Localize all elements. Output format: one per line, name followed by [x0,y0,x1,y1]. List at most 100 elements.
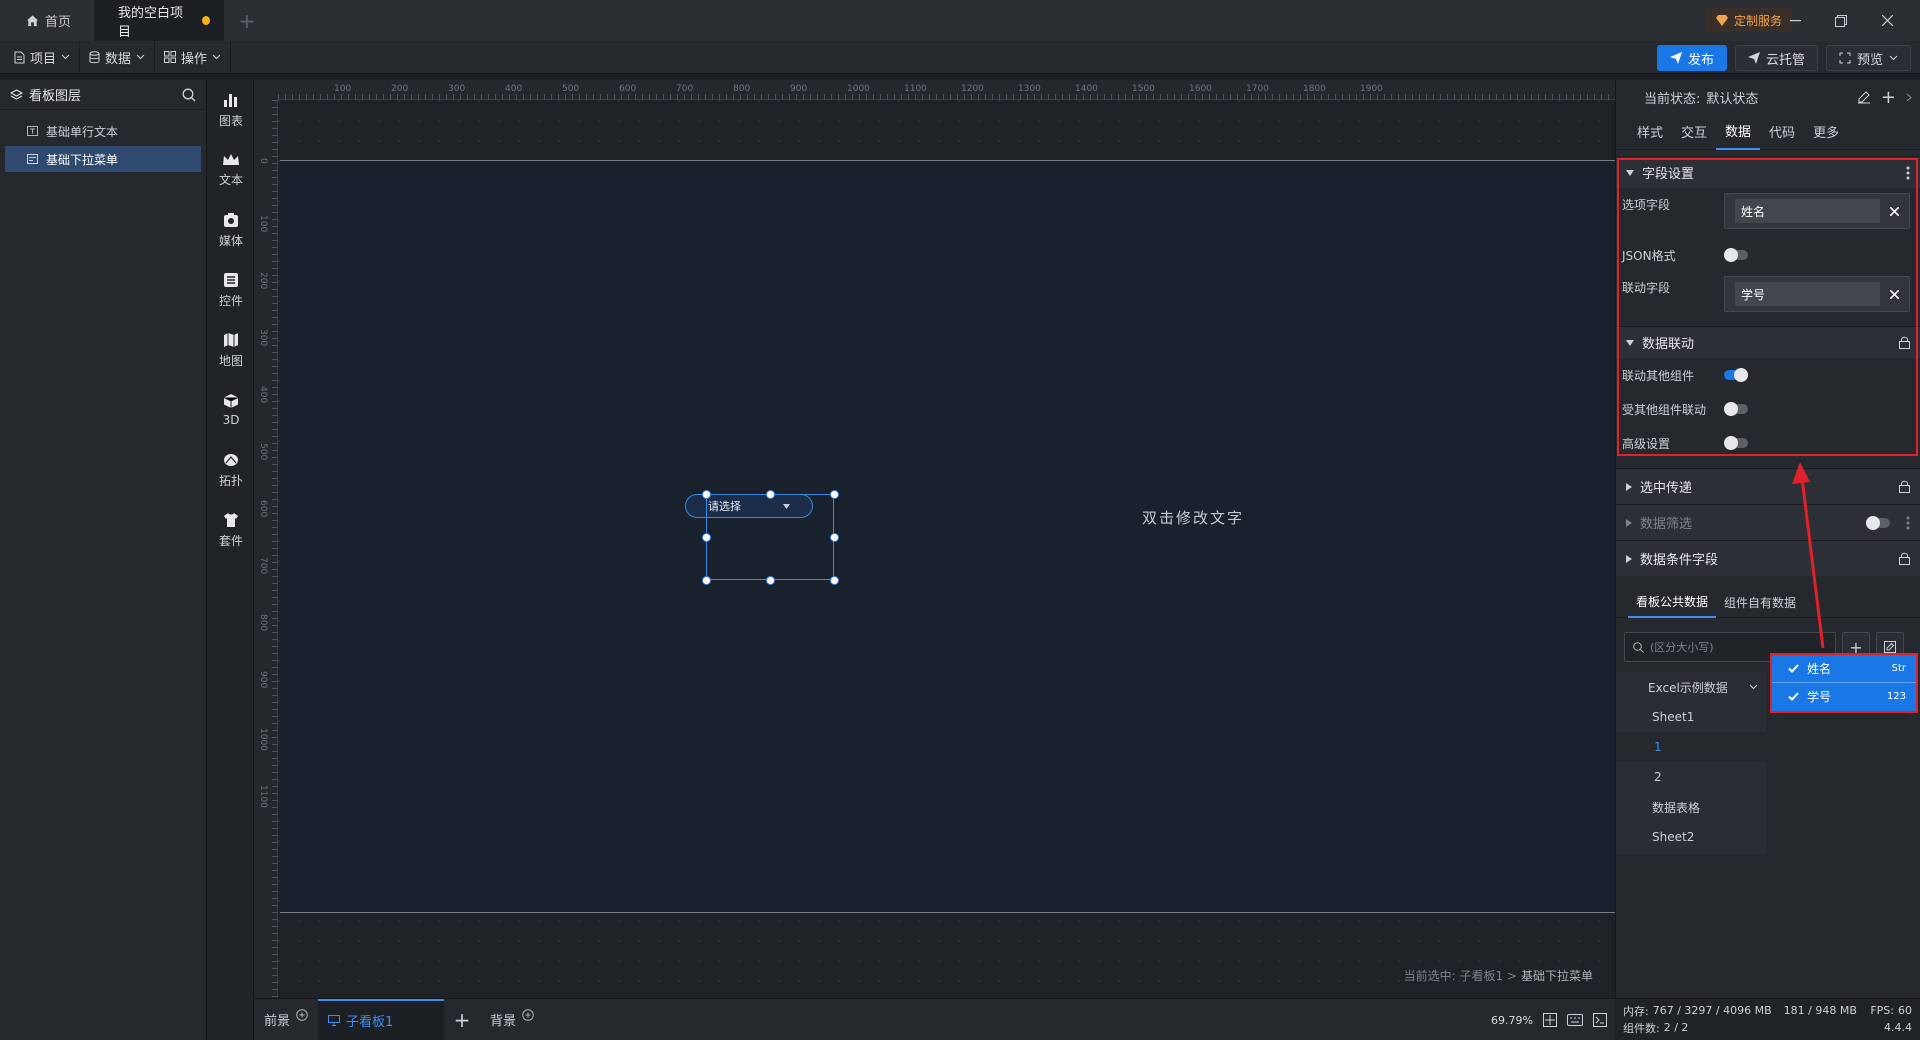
section-data-linkage[interactable]: 数据联动 [1616,326,1920,358]
cloud-hosting-button[interactable]: 云托管 [1735,45,1819,71]
tab-home[interactable]: 首页 [0,0,94,41]
linked-by-others-toggle[interactable] [1724,402,1748,416]
tree-item-1[interactable]: 1 [1616,732,1766,762]
link-others-toggle[interactable] [1724,368,1748,382]
minimize-button[interactable] [1772,0,1818,41]
fit-screen-icon[interactable] [1543,1013,1557,1027]
clear-icon[interactable] [1890,289,1899,299]
edit-icon[interactable] [1857,90,1871,104]
ruler-tick-label: 800 [258,614,268,632]
ruler-left [254,100,278,998]
field-item-id[interactable]: 学号 123 [1772,682,1916,709]
option-field-input[interactable]: 姓名 [1724,193,1910,229]
tool-topology[interactable]: 拓扑 [207,440,255,500]
resize-handle[interactable] [830,576,839,585]
selection-box[interactable] [702,490,839,585]
resize-handle[interactable] [702,576,711,585]
tab-data[interactable]: 数据 [1716,114,1761,150]
map-icon [223,332,239,348]
section-data-condition[interactable]: 数据条件字段 [1616,540,1920,576]
add-board-button[interactable]: + [444,999,480,1040]
search-icon[interactable] [182,88,196,102]
tree-item-data-table[interactable]: 数据表格 [1616,792,1766,822]
more-vertical-icon[interactable] [1906,166,1910,180]
link-field-input[interactable]: 学号 [1724,276,1910,312]
tool-3d[interactable]: 3D [207,380,255,440]
json-format-toggle[interactable] [1724,248,1748,262]
close-button[interactable] [1864,0,1910,41]
add-icon[interactable]: + [1881,87,1896,108]
text-component[interactable]: 双击修改文字 [1142,507,1244,528]
search-placeholder: (区分大小写) [1650,641,1714,654]
resize-handle[interactable] [702,490,711,499]
section-data-filter[interactable]: 数据筛选 [1616,504,1920,540]
artboard[interactable] [280,160,1615,913]
ruler-tick-label: 1100 [258,785,268,808]
tool-text[interactable]: 文本 [207,140,255,200]
data-filter-toggle[interactable] [1866,515,1890,530]
publish-button[interactable]: 发布 [1657,45,1728,71]
tree-item-2[interactable]: 2 [1616,762,1766,792]
keyboard-icon[interactable] [1567,1014,1583,1026]
section-field-settings[interactable]: 字段设置 [1616,156,1920,188]
tree-item-excel[interactable]: Excel示例数据 [1616,672,1766,702]
zoom-level[interactable]: 69.79% [1491,1014,1533,1027]
resize-handle[interactable] [830,490,839,499]
state-value[interactable]: 默认状态 [1706,88,1857,107]
tab-interaction[interactable]: 交互 [1672,114,1716,150]
menu-operation-label: 操作 [181,51,208,67]
terminal-icon[interactable] [1593,1013,1607,1027]
ruler-tick-label: 100 [334,84,352,94]
add-circle-icon[interactable] [296,1008,308,1021]
canvas-area[interactable]: 100 200 300 400 500 600 700 800 900 1000 1100 1200 1… [254,80,1615,998]
menu-data[interactable]: 数据 [80,40,156,74]
tab-style[interactable]: 样式 [1628,114,1672,150]
layer-item-text[interactable]: 基础单行文本 [5,118,201,144]
tab-project[interactable]: 我的空白项目 [94,0,224,41]
resize-handle[interactable] [766,490,775,499]
add-circle-icon[interactable] [522,1008,534,1021]
clear-icon[interactable] [1890,206,1899,216]
new-tab-button[interactable]: + [224,0,270,41]
property-tabs: 样式 交互 数据 代码 更多 [1616,114,1920,150]
menu-operation[interactable]: 操作 [155,40,232,74]
tree-item-sheet1[interactable]: Sheet1 [1616,702,1766,732]
more-vertical-icon[interactable] [1906,516,1910,530]
tool-control[interactable]: 控件 [207,260,255,320]
chevron-right-icon[interactable] [1906,93,1912,102]
menu-project[interactable]: 项目 [0,40,81,74]
lock-icon[interactable] [1899,552,1910,565]
field-item-label: 姓名 [1807,662,1832,676]
annotation-arrow [1792,462,1825,649]
field-item-name[interactable]: 姓名 Str [1772,655,1916,682]
layer-panel-header: 看板图层 [0,80,206,110]
resize-handle[interactable] [766,576,775,585]
layer-item-dropdown[interactable]: 基础下拉菜单 [5,146,201,172]
lock-icon[interactable] [1899,336,1910,349]
preview-button[interactable]: 预览 [1826,45,1912,71]
restore-button[interactable] [1818,0,1864,41]
advanced-toggle[interactable] [1724,436,1748,450]
resize-handle[interactable] [702,533,711,542]
resize-handle[interactable] [830,533,839,542]
linked-by-others-label: 受其他组件联动 [1622,402,1707,417]
tab-code[interactable]: 代码 [1760,114,1804,150]
option-field-value: 姓名 [1735,199,1880,223]
tab-more[interactable]: 更多 [1804,114,1848,150]
tool-chart[interactable]: 图表 [207,80,255,140]
tool-kit[interactable]: 套件 [207,500,255,560]
section-selected-pass[interactable]: 选中传递 [1616,468,1920,504]
tool-map[interactable]: 地图 [207,320,255,380]
tab-board-public-data[interactable]: 看板公共数据 [1628,588,1717,618]
lock-icon[interactable] [1899,480,1910,493]
tool-label: 媒体 [218,233,243,248]
memory-value: 767 / 3297 / 4096 MB [1652,1004,1772,1017]
advanced-label: 高级设置 [1622,436,1671,451]
tab-sub-board[interactable]: 子看板1 [318,998,445,1040]
tool-media[interactable]: 媒体 [207,200,255,260]
tab-foreground[interactable]: 前景 [254,999,318,1040]
tab-background[interactable]: 背景 [480,999,544,1040]
link-field-value: 学号 [1735,282,1880,306]
tree-item-sheet2[interactable]: Sheet2 [1616,822,1766,852]
option-field-row: 选项字段 姓名 [1616,188,1920,238]
